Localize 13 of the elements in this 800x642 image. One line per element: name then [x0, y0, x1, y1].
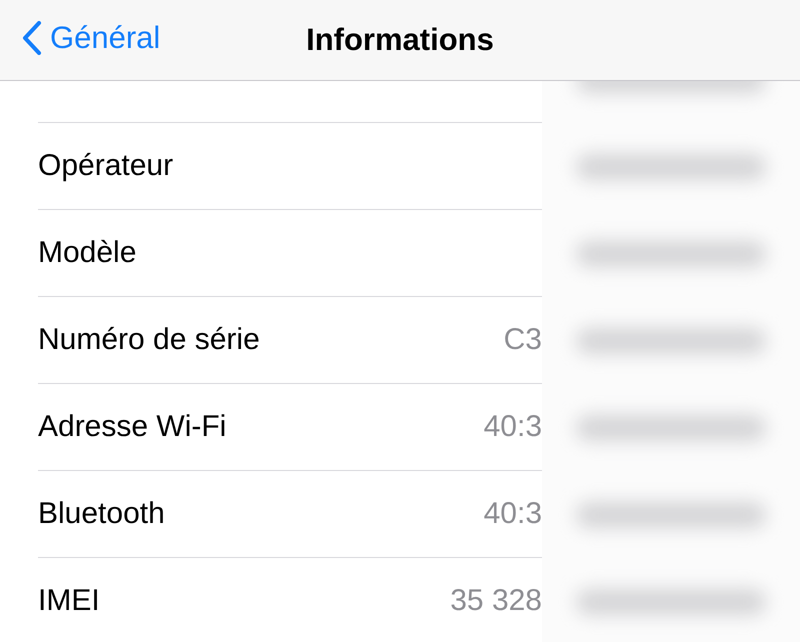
row-label: Modèle — [38, 236, 136, 270]
row-label: Bluetooth — [38, 497, 165, 531]
row-label: Opérateur — [38, 149, 174, 183]
row-value: 40:3 — [484, 497, 542, 531]
page-title: Informations — [306, 22, 494, 58]
row-label: Adresse Wi-Fi — [38, 410, 226, 444]
row-label: Numéro de série — [38, 323, 260, 357]
row-value: C3 — [504, 323, 542, 357]
row-label: IMEI — [38, 584, 100, 618]
row-value: 35 328 — [450, 584, 542, 618]
back-button[interactable]: Général — [22, 20, 160, 56]
chevron-left-icon — [22, 21, 42, 55]
row-value: 40:3 — [484, 410, 542, 444]
